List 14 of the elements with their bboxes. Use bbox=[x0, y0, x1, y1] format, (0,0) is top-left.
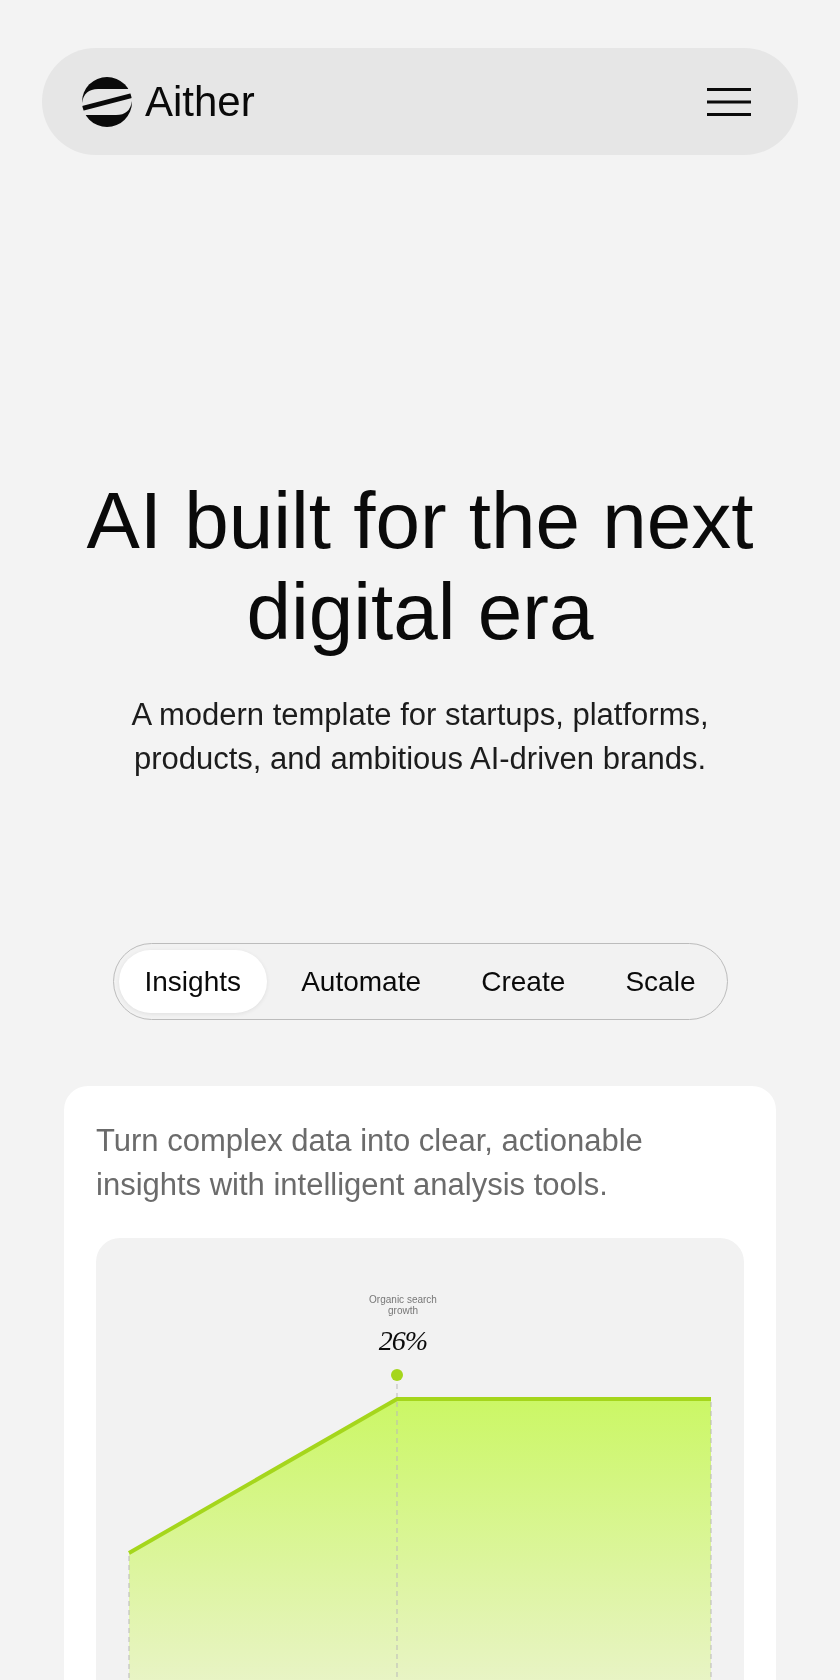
hero-title: AI built for the next digital era bbox=[85, 475, 755, 657]
brand-link[interactable]: Aither bbox=[82, 76, 255, 127]
chart-label: Organic search growth bbox=[368, 1294, 438, 1316]
point-marker-icon bbox=[391, 1369, 403, 1381]
menu-button[interactable] bbox=[706, 86, 752, 117]
menu-icon bbox=[707, 87, 751, 116]
card-description: Turn complex data into clear, actionable insights with intelligent analysis tools. bbox=[96, 1122, 644, 1204]
logo-icon bbox=[82, 76, 132, 127]
tab[interactable]: Scale bbox=[599, 950, 722, 1013]
tab[interactable]: Automate bbox=[275, 950, 448, 1013]
chart-value: 26% bbox=[377, 1324, 429, 1358]
hero-subtitle: A modern template for startups, platforms, products, and ambitious AI-driven brands. bbox=[130, 696, 710, 778]
tab[interactable]: Create bbox=[455, 950, 592, 1013]
tab[interactable]: Insights bbox=[118, 950, 267, 1013]
